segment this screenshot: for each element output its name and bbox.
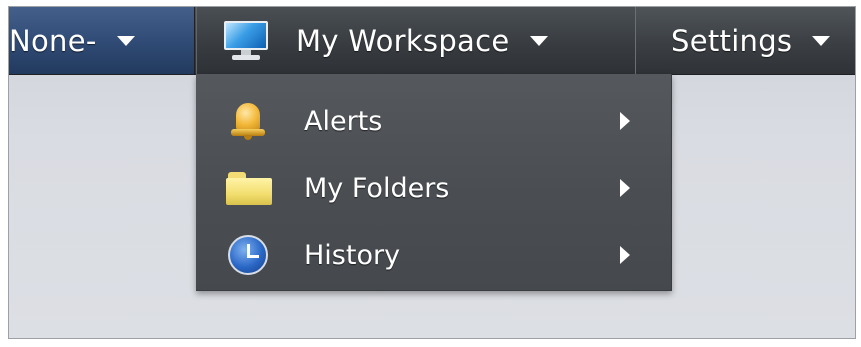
app-frame: None- My Workspace Settings Alerts My Fo… bbox=[8, 6, 856, 339]
monitor-icon bbox=[222, 20, 270, 61]
chevron-right-icon bbox=[620, 179, 630, 197]
menu-item-history-label: History bbox=[304, 239, 401, 271]
bell-icon bbox=[230, 101, 266, 141]
chevron-down-icon bbox=[116, 35, 135, 46]
menubar: None- My Workspace Settings bbox=[9, 7, 855, 75]
chevron-down-icon bbox=[529, 35, 548, 46]
menu-item-my-folders[interactable]: My Folders bbox=[196, 154, 671, 222]
clock-icon bbox=[228, 235, 268, 275]
menu-item-history[interactable]: History bbox=[196, 221, 671, 289]
menu-none[interactable]: None- bbox=[9, 7, 195, 74]
menu-settings-label: Settings bbox=[671, 23, 793, 58]
menu-item-my-folders-label: My Folders bbox=[304, 172, 450, 204]
workspace-dropdown-menu: Alerts My Folders History bbox=[196, 74, 672, 291]
chevron-right-icon bbox=[620, 112, 630, 130]
menu-my-workspace-label: My Workspace bbox=[296, 23, 510, 58]
menu-none-label: None- bbox=[9, 23, 97, 58]
menu-my-workspace[interactable]: My Workspace bbox=[196, 7, 636, 74]
menu-item-alerts[interactable]: Alerts bbox=[196, 87, 671, 155]
chevron-down-icon bbox=[812, 35, 831, 46]
folder-icon bbox=[226, 170, 272, 206]
menu-settings[interactable]: Settings bbox=[637, 7, 855, 74]
chevron-right-icon bbox=[620, 246, 630, 264]
menu-item-alerts-label: Alerts bbox=[304, 105, 383, 137]
